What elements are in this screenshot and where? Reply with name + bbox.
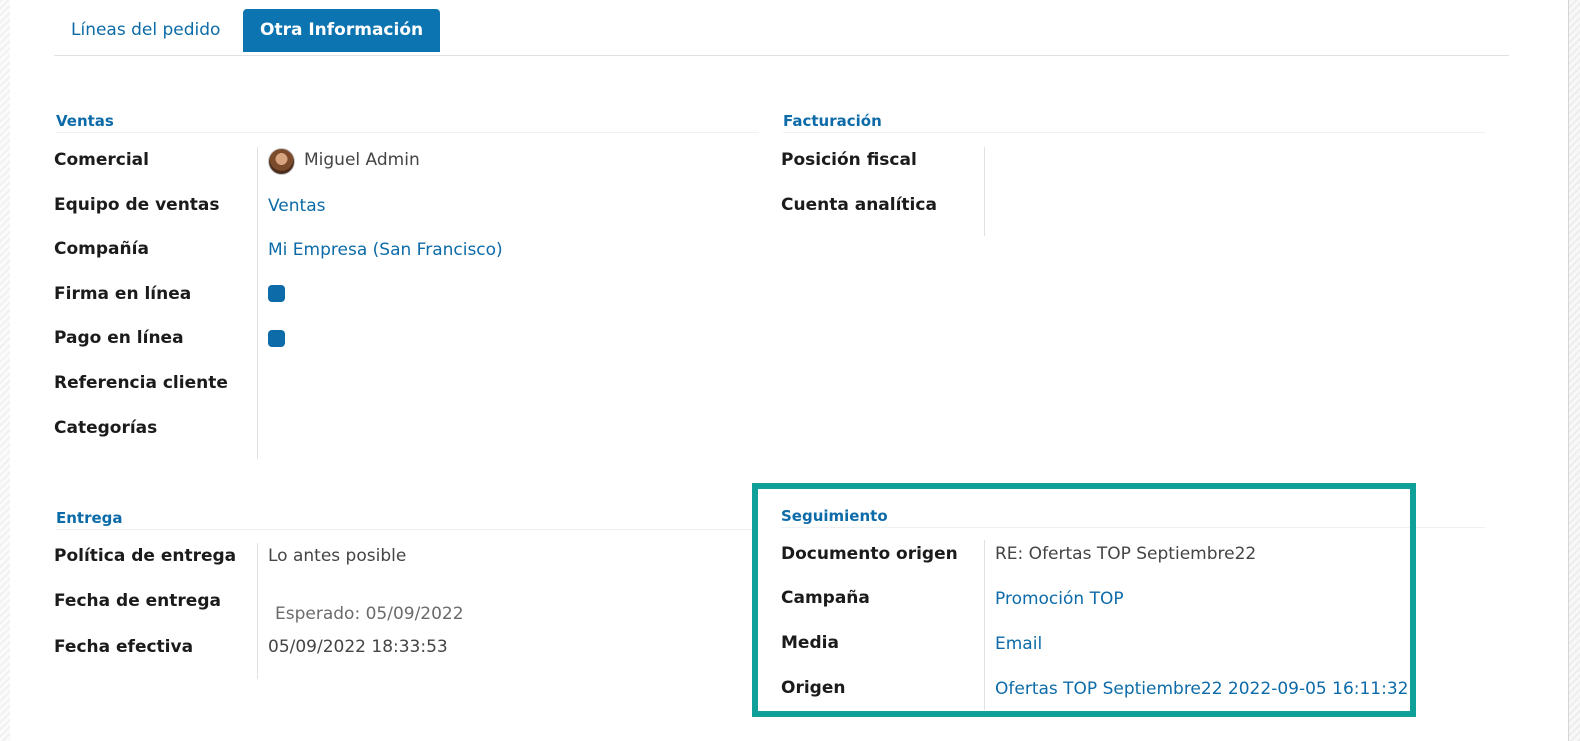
value-fecha-de-entrega: Esperado: 05/09/2022	[275, 604, 464, 624]
label-politica-de-entrega: Política de entrega	[54, 546, 237, 566]
group-title-facturacion: Facturación	[783, 112, 1485, 133]
label-posicion-fiscal: Posición fiscal	[781, 150, 917, 170]
label-referencia-cliente: Referencia cliente	[54, 373, 228, 393]
link-equipo-de-ventas[interactable]: Ventas	[268, 196, 325, 216]
tab-lineas-del-pedido[interactable]: Líneas del pedido	[71, 9, 220, 51]
checkbox-pago-en-linea[interactable]	[268, 330, 285, 347]
label-fecha-efectiva: Fecha efectiva	[54, 637, 194, 657]
label-equipo-de-ventas: Equipo de ventas	[54, 195, 220, 215]
notebook-tabs: Líneas del pedido Otra Información	[54, 9, 1509, 56]
ventas-divider	[257, 147, 258, 459]
tab-otra-informacion[interactable]: Otra Información	[243, 9, 441, 52]
group-title-entrega: Entrega	[56, 509, 759, 530]
label-fecha-de-entrega: Fecha de entrega	[54, 591, 221, 611]
left-edge	[0, 0, 10, 741]
label-compania: Compañía	[54, 239, 149, 259]
entrega-divider	[257, 543, 258, 679]
label-firma-en-linea: Firma en línea	[54, 284, 192, 304]
label-cuenta-analitica: Cuenta analítica	[781, 195, 937, 215]
label-pago-en-linea: Pago en línea	[54, 328, 184, 348]
link-compania[interactable]: Mi Empresa (San Francisco)	[268, 240, 503, 260]
avatar	[268, 148, 295, 175]
checkbox-firma-en-linea[interactable]	[268, 285, 285, 302]
right-scroll-edge	[1568, 0, 1580, 741]
label-comercial: Comercial	[54, 150, 149, 170]
facturacion-divider	[984, 147, 985, 236]
label-categorias: Categorías	[54, 418, 158, 438]
value-fecha-efectiva: 05/09/2022 18:33:53	[268, 637, 448, 657]
highlight-box-seguimiento	[752, 483, 1416, 717]
group-title-ventas: Ventas	[56, 112, 759, 133]
value-comercial[interactable]: Miguel Admin	[304, 150, 420, 170]
value-politica-de-entrega[interactable]: Lo antes posible	[268, 546, 406, 566]
